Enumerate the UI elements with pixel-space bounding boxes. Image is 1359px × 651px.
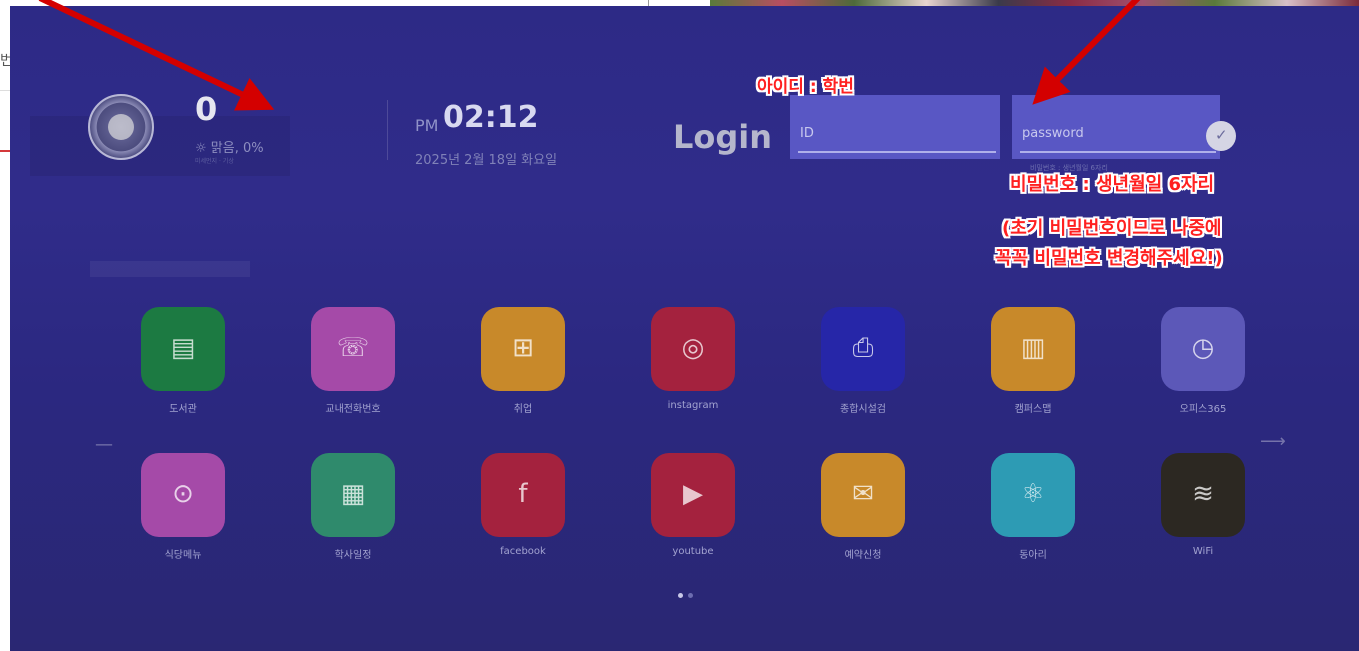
app-tile-book[interactable]: ▤ 도서관 xyxy=(128,307,238,415)
app-tile-background[interactable]: ⊞ xyxy=(481,307,565,391)
app-label: WiFi xyxy=(1192,546,1214,557)
app-label: youtube xyxy=(672,546,714,557)
app-label: 오피스365 xyxy=(1179,404,1227,415)
app-tile-phone[interactable]: ☏ 교내전화번호 xyxy=(298,307,408,415)
app-label: 식당메뉴 xyxy=(164,550,202,561)
check-icon: ✓ xyxy=(1215,126,1228,144)
app-tile-printer[interactable]: ⎙ 종합시설검 xyxy=(808,307,918,415)
app-tile-background[interactable]: ⚛ xyxy=(991,453,1075,537)
app-tile-background[interactable]: ☏ xyxy=(311,307,395,391)
divider xyxy=(387,100,388,160)
page-dot-active[interactable] xyxy=(678,593,683,598)
gauge-icon: ◷ xyxy=(1191,333,1215,363)
app-tile-wifi[interactable]: ≋ WiFi xyxy=(1148,453,1258,557)
app-tile-background[interactable]: ▦ xyxy=(311,453,395,537)
app-tile-dining[interactable]: ⊙ 식당메뉴 xyxy=(128,453,238,561)
app-tile-instagram[interactable]: ◎ instagram xyxy=(638,307,748,411)
app-label: 교내전화번호 xyxy=(325,404,381,415)
app-tile-background[interactable]: ⊙ xyxy=(141,453,225,537)
weather-status: ☼ 맑음, 0% xyxy=(195,141,264,156)
temperature: 0 xyxy=(195,90,218,128)
atom-icon: ⚛ xyxy=(1021,479,1045,509)
app-label: 예약신청 xyxy=(844,550,882,561)
app-tile-background[interactable]: ◷ xyxy=(1161,307,1245,391)
wifi-icon: ≋ xyxy=(1192,479,1214,509)
app-tile-atom[interactable]: ⚛ 동아리 xyxy=(978,453,1088,561)
app-label: 동아리 xyxy=(1019,550,1047,561)
weather-detail: 미세먼지 · 기상 xyxy=(195,158,234,165)
password-placeholder: password xyxy=(1022,126,1084,141)
clock-time: 02:12 xyxy=(443,100,539,135)
app-label: 종합시설검 xyxy=(840,404,886,415)
password-annotation: 비밀번호 : 생년월일 6자리 xyxy=(1010,174,1215,195)
background-shape xyxy=(90,261,250,277)
book-icon: ▤ xyxy=(170,333,196,363)
id-annotation: 아이디 : 학번 xyxy=(757,77,854,97)
briefcase-icon: ⊞ xyxy=(512,333,534,363)
app-tile-calendar[interactable]: ▦ 학사일정 xyxy=(298,453,408,561)
map-icon: ▥ xyxy=(1020,333,1046,363)
app-tile-youtube[interactable]: ▶ youtube xyxy=(638,453,748,557)
app-tile-briefcase[interactable]: ⊞ 취업 xyxy=(468,307,578,415)
change-note-line-2: 꼭꼭 비밀번호 변경해주세요!) xyxy=(995,248,1223,269)
app-tile-background[interactable]: ≋ xyxy=(1161,453,1245,537)
app-tile-background[interactable]: ▶ xyxy=(651,453,735,537)
instagram-icon: ◎ xyxy=(681,333,705,363)
mail-icon: ✉ xyxy=(852,479,874,509)
app-tile-mail[interactable]: ✉ 예약신청 xyxy=(808,453,918,561)
app-tile-background[interactable]: ▥ xyxy=(991,307,1075,391)
kiosk-screen: 0 ☼ 맑음, 0% 미세먼지 · 기상 PM 02:12 2025년 2월 1… xyxy=(10,6,1359,651)
app-tile-background[interactable]: f xyxy=(481,453,565,537)
prev-page-arrow[interactable]: — xyxy=(95,434,113,455)
printer-icon: ⎙ xyxy=(852,333,874,363)
password-input[interactable]: password xyxy=(1012,95,1220,159)
phone-icon: ☏ xyxy=(336,333,370,363)
app-tile-gauge[interactable]: ◷ 오피스365 xyxy=(1148,307,1258,415)
app-label: 학사일정 xyxy=(334,550,372,561)
ampm: PM xyxy=(415,116,439,135)
facebook-icon: f xyxy=(518,479,528,509)
change-note-line-1: (초기 비밀번호이므로 나중에 xyxy=(1002,218,1222,239)
app-label: 캠퍼스맵 xyxy=(1014,404,1052,415)
app-label: 도서관 xyxy=(169,404,197,415)
app-label: 취업 xyxy=(513,404,533,415)
app-tile-facebook[interactable]: f facebook xyxy=(468,453,578,557)
calendar-icon: ▦ xyxy=(340,479,366,509)
app-tile-background[interactable]: ✉ xyxy=(821,453,905,537)
app-tile-background[interactable]: ⎙ xyxy=(821,307,905,391)
dining-icon: ⊙ xyxy=(172,479,194,509)
app-tile-background[interactable]: ▤ xyxy=(141,307,225,391)
page-dot[interactable] xyxy=(688,593,693,598)
app-label: facebook xyxy=(500,546,546,557)
youtube-icon: ▶ xyxy=(683,479,703,509)
university-logo xyxy=(88,94,154,160)
login-submit-button[interactable]: ✓ xyxy=(1206,121,1236,151)
page-indicator xyxy=(678,583,698,602)
id-placeholder: ID xyxy=(800,126,814,141)
clock-date: 2025년 2월 18일 화요일 xyxy=(415,153,558,168)
app-label: instagram xyxy=(667,400,719,411)
app-tile-map[interactable]: ▥ 캠퍼스맵 xyxy=(978,307,1088,415)
login-title: Login xyxy=(673,118,773,156)
id-input[interactable]: ID xyxy=(790,95,1000,159)
app-tile-background[interactable]: ◎ xyxy=(651,307,735,391)
next-page-arrow[interactable]: ⟶ xyxy=(1260,431,1286,452)
